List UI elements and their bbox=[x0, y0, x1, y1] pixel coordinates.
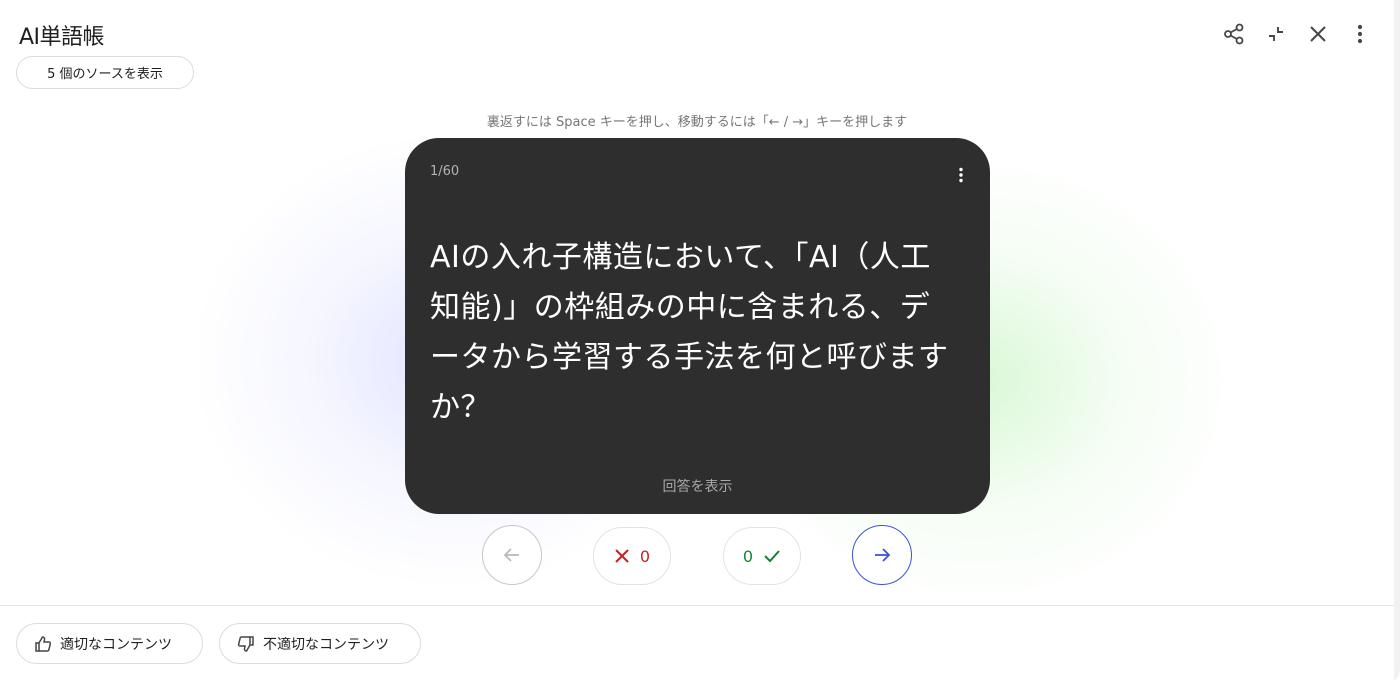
bad-content-button[interactable]: 不適切なコンテンツ bbox=[219, 623, 421, 664]
card-more-button[interactable] bbox=[952, 164, 970, 186]
card-controls: 0 0 bbox=[0, 525, 1400, 585]
keyboard-hint: 裏返すには Space キーを押し、移動するには「← / →」キーを押します bbox=[486, 115, 908, 130]
mark-correct-button[interactable]: 0 bbox=[723, 527, 801, 585]
arrow-left-icon bbox=[503, 548, 519, 562]
bad-content-label: 不適切なコンテンツ bbox=[263, 636, 389, 653]
flashcard[interactable]: 1/60 AIの入れ子構造において、「AI（人工知能)」の枠組みの中に含まれる、… bbox=[405, 138, 990, 514]
close-button[interactable] bbox=[1300, 20, 1336, 48]
share-icon bbox=[1224, 23, 1244, 45]
mark-wrong-button[interactable]: 0 bbox=[593, 527, 671, 585]
collapse-button[interactable] bbox=[1258, 20, 1294, 48]
thumb-up-icon bbox=[35, 635, 52, 652]
wrong-count: 0 bbox=[639, 546, 651, 566]
check-icon bbox=[764, 550, 780, 563]
good-content-button[interactable]: 適切なコンテンツ bbox=[16, 623, 203, 664]
thumb-down-icon bbox=[237, 635, 254, 652]
more-options-button[interactable] bbox=[1342, 20, 1378, 48]
arrow-right-icon bbox=[875, 548, 891, 562]
window-edge bbox=[1394, 0, 1400, 683]
header-actions bbox=[1216, 20, 1378, 48]
more-vert-icon bbox=[1357, 24, 1363, 44]
previous-card-button[interactable] bbox=[482, 525, 542, 585]
correct-count: 0 bbox=[742, 546, 754, 566]
show-sources-button[interactable]: 5 個のソースを表示 bbox=[16, 56, 194, 89]
next-card-button[interactable] bbox=[852, 525, 912, 585]
close-icon bbox=[1310, 26, 1326, 42]
close-icon bbox=[615, 549, 629, 563]
show-answer-button[interactable]: 回答を表示 bbox=[405, 476, 990, 496]
collapse-icon bbox=[1269, 27, 1283, 41]
card-counter: 1/60 bbox=[430, 164, 460, 179]
share-button[interactable] bbox=[1216, 20, 1252, 48]
more-vert-icon bbox=[959, 167, 963, 183]
card-question: AIの入れ子構造において、「AI（人工知能)」の枠組みの中に含まれる、データから… bbox=[430, 240, 949, 425]
footer-divider bbox=[0, 605, 1400, 606]
good-content-label: 適切なコンテンツ bbox=[60, 636, 172, 653]
flashcard-panel: AI単語帳 5 個のソースを表示 裏返すには Space キーを押し、移動するに… bbox=[0, 0, 1400, 683]
page-title: AI単語帳 bbox=[19, 25, 105, 50]
